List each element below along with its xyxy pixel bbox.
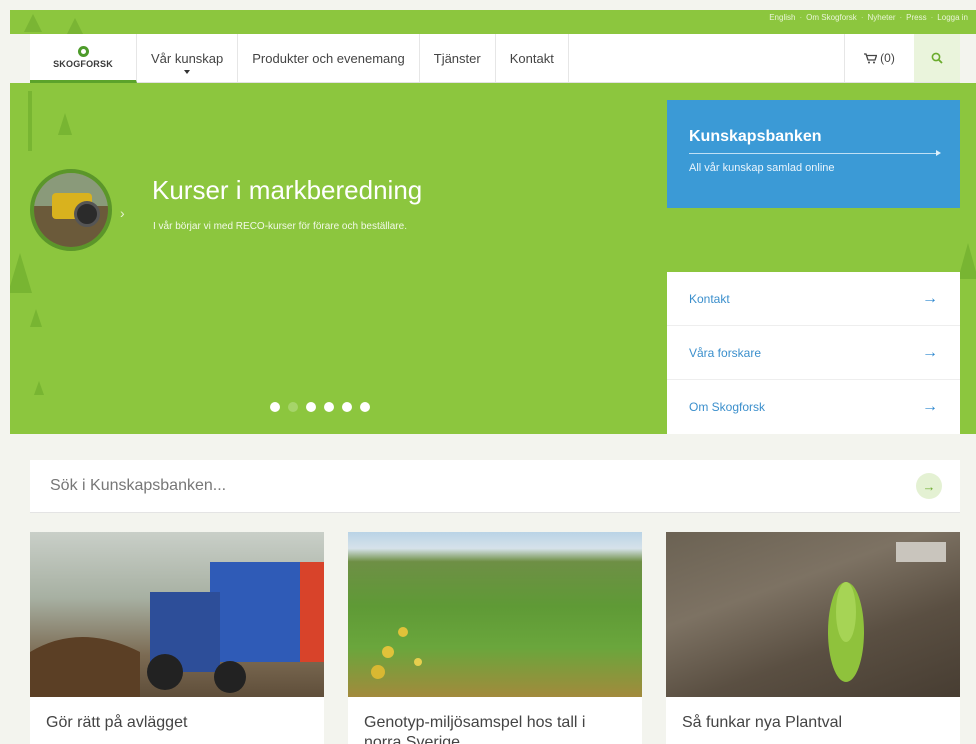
- kunskapsbanken-title: Kunskapsbanken: [689, 128, 822, 145]
- arrow-right-icon: →: [922, 478, 936, 494]
- tree-decoration: [28, 91, 32, 151]
- tree-decoration: [30, 309, 42, 327]
- search-submit-button[interactable]: →: [916, 473, 942, 499]
- logo-text: SKOGFORSK: [53, 58, 113, 69]
- hero-subtitle: I vår börjar vi med RECO-kurser för föra…: [153, 221, 407, 232]
- tree-decoration: [958, 243, 976, 279]
- kunskapsbanken-search: →: [30, 460, 960, 513]
- top-links: English · Om Skogforsk · Nyheter · Press…: [769, 13, 968, 22]
- cart-icon: [864, 52, 878, 63]
- arrow-right-icon: →: [922, 289, 938, 307]
- quick-link-vara-forskare[interactable]: Våra forskare →: [667, 326, 960, 380]
- quick-link-label: Kontakt: [689, 291, 730, 306]
- nav-item-label: Kontakt: [509, 50, 554, 66]
- kunskapsbanken-promo[interactable]: Kunskapsbanken All vår kunskap samlad on…: [667, 100, 960, 208]
- quick-link-om-skogforsk[interactable]: Om Skogforsk →: [667, 380, 960, 434]
- article-card[interactable]: Så funkar nya Plantval: [666, 532, 960, 744]
- nav-item-tjanster[interactable]: Tjänster: [420, 34, 496, 82]
- caret-down-icon: [184, 70, 191, 74]
- top-link-logga-in[interactable]: Logga in: [937, 13, 968, 22]
- quick-link-kontakt[interactable]: Kontakt →: [667, 272, 960, 326]
- arrow-right-icon: ›: [120, 205, 125, 221]
- top-link-english[interactable]: English: [769, 13, 795, 22]
- arrow-right-icon: →: [922, 343, 938, 361]
- cart-count: (0): [880, 51, 895, 65]
- nav-item-label: Vår kunskap: [151, 50, 224, 66]
- quick-links: Kontakt → Våra forskare → Om Skogforsk →: [667, 272, 960, 434]
- search-toggle-button[interactable]: [914, 34, 960, 82]
- carousel-dot[interactable]: [324, 402, 334, 412]
- tree-decoration: [10, 253, 32, 293]
- top-utility-bar: English · Om Skogforsk · Nyheter · Press…: [10, 10, 976, 34]
- top-link-press[interactable]: Press: [906, 13, 926, 22]
- article-image: [30, 532, 324, 697]
- arrow-right-icon: [689, 150, 941, 156]
- carousel-dot[interactable]: [270, 402, 280, 412]
- nav-item-produkter[interactable]: Produkter och evenemang: [238, 34, 420, 82]
- nav-item-label: Tjänster: [433, 50, 481, 66]
- logo[interactable]: SKOGFORSK: [30, 34, 137, 83]
- top-link-om-skogforsk[interactable]: Om Skogforsk: [806, 13, 857, 22]
- tree-decoration: [34, 381, 44, 395]
- tree-decoration: [58, 113, 72, 135]
- carousel-dot[interactable]: [360, 402, 370, 412]
- article-card[interactable]: Genotyp-miljösamspel hos tall i norra Sv…: [348, 532, 642, 744]
- nav-item-kontakt[interactable]: Kontakt: [496, 34, 569, 82]
- tree-decoration: [66, 18, 84, 34]
- article-cards: Gör rätt på avlägget Genotyp-miljösamspe…: [30, 532, 960, 744]
- carousel-dot[interactable]: [288, 402, 298, 412]
- cart-button[interactable]: (0): [844, 34, 914, 82]
- quick-link-label: Våra forskare: [689, 345, 762, 360]
- article-title: Gör rätt på avlägget: [46, 714, 188, 731]
- carousel-dots: [270, 402, 370, 412]
- tree-decoration: [24, 14, 42, 32]
- hero-title[interactable]: Kurser i markberedning: [152, 175, 422, 206]
- carousel-dot[interactable]: [342, 402, 352, 412]
- main-nav: SKOGFORSK Vår kunskap Produkter och even…: [30, 34, 960, 83]
- article-image: [666, 532, 960, 697]
- hero-banner: › Kurser i markberedning I vår börjar vi…: [10, 83, 976, 434]
- top-link-nyheter[interactable]: Nyheter: [867, 13, 895, 22]
- search-input[interactable]: [50, 477, 916, 495]
- article-image: [348, 532, 642, 697]
- arrow-right-icon: →: [922, 398, 938, 415]
- article-card[interactable]: Gör rätt på avlägget: [30, 532, 324, 744]
- carousel-dot[interactable]: [306, 402, 316, 412]
- article-title: Genotyp-miljösamspel hos tall i norra Sv…: [364, 714, 586, 744]
- search-icon: [931, 52, 943, 64]
- nav-item-var-kunskap[interactable]: Vår kunskap: [137, 34, 239, 82]
- nav-item-label: Produkter och evenemang: [252, 50, 405, 66]
- article-title: Så funkar nya Plantval: [682, 714, 843, 731]
- quick-link-label: Om Skogforsk: [689, 400, 766, 414]
- kunskapsbanken-subtitle: All vår kunskap samlad online: [689, 162, 835, 174]
- logo-icon: [77, 45, 89, 57]
- hero-image[interactable]: [30, 169, 112, 251]
